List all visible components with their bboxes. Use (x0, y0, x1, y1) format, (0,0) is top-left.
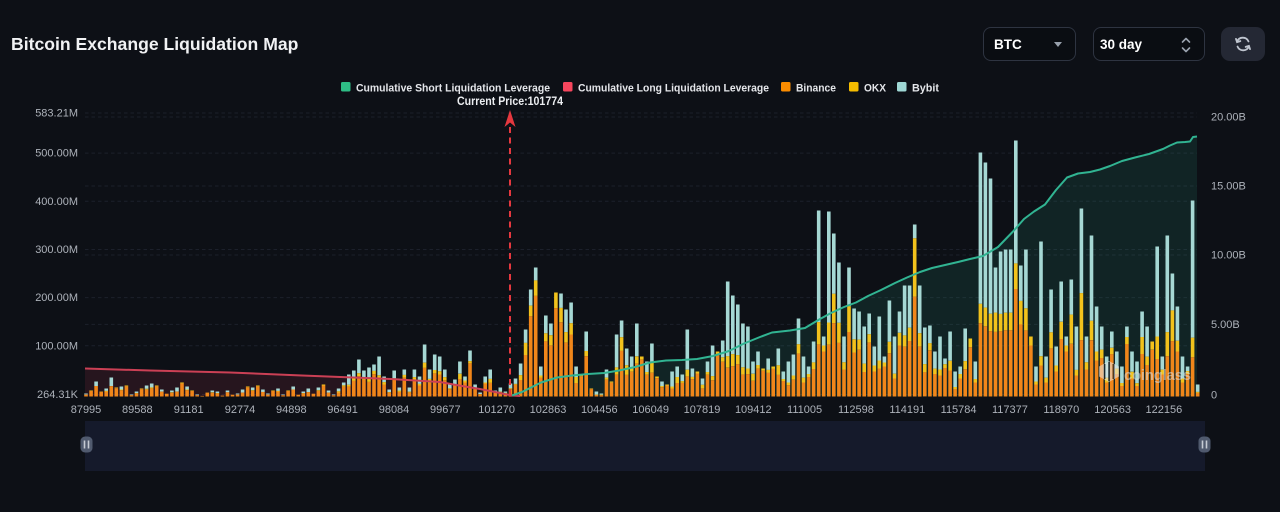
svg-text:OKX: OKX (864, 83, 887, 95)
svg-text:107819: 107819 (684, 404, 721, 416)
svg-text:Cumulative Long Liquidation Le: Cumulative Long Liquidation Leverage (578, 83, 769, 95)
svg-text:Current Price:101774: Current Price:101774 (457, 96, 564, 108)
svg-text:101270: 101270 (478, 404, 515, 416)
svg-text:15.00B: 15.00B (1211, 181, 1246, 193)
svg-text:100.00M: 100.00M (35, 340, 78, 352)
svg-text:115784: 115784 (941, 404, 977, 416)
svg-text:87995: 87995 (71, 404, 102, 416)
svg-text:120563: 120563 (1094, 404, 1131, 416)
svg-text:264.31K: 264.31K (37, 389, 79, 401)
svg-text:400.00M: 400.00M (35, 196, 78, 208)
svg-text:104456: 104456 (581, 404, 618, 416)
svg-text:106049: 106049 (632, 404, 669, 416)
svg-text:Binance: Binance (796, 83, 836, 95)
svg-text:122156: 122156 (1146, 404, 1183, 416)
svg-text:109412: 109412 (735, 404, 772, 416)
svg-text:Cumulative Short Liquidation L: Cumulative Short Liquidation Leverage (356, 83, 550, 95)
svg-text:102863: 102863 (530, 404, 567, 416)
svg-text:91181: 91181 (174, 404, 204, 416)
svg-text:118970: 118970 (1043, 404, 1079, 416)
svg-text:coinglass: coinglass (1124, 368, 1191, 384)
svg-text:0: 0 (1211, 390, 1217, 402)
svg-text:583.21M: 583.21M (35, 108, 78, 120)
svg-text:112598: 112598 (838, 404, 874, 416)
svg-text:117377: 117377 (992, 404, 1028, 416)
svg-text:300.00M: 300.00M (35, 244, 78, 256)
svg-text:114191: 114191 (889, 404, 925, 416)
svg-text:99677: 99677 (430, 404, 461, 416)
svg-text:98084: 98084 (379, 404, 410, 416)
svg-text:5.00B: 5.00B (1211, 319, 1240, 331)
svg-text:Bybit: Bybit (912, 83, 939, 95)
svg-text:94898: 94898 (276, 404, 307, 416)
svg-text:20.00B: 20.00B (1211, 112, 1246, 124)
svg-text:92774: 92774 (225, 404, 256, 416)
svg-text:500.00M: 500.00M (35, 148, 78, 160)
svg-text:10.00B: 10.00B (1211, 250, 1246, 262)
svg-text:89588: 89588 (122, 404, 153, 416)
svg-text:96491: 96491 (327, 404, 358, 416)
svg-text:200.00M: 200.00M (35, 292, 78, 304)
svg-text:111005: 111005 (787, 404, 822, 416)
